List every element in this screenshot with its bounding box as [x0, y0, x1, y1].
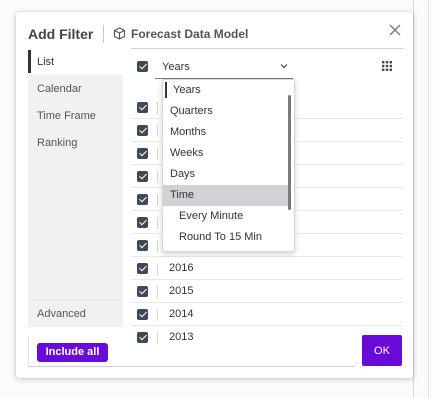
dropdown-option-round-15-min[interactable]: Round To 15 Min [163, 227, 289, 248]
list-row[interactable]: 2014 [131, 303, 403, 326]
include-all-button[interactable]: Include all [37, 343, 108, 362]
row-divider [157, 171, 158, 183]
granularity-value: Years [162, 61, 190, 73]
dropdown-option-time[interactable]: Time [163, 185, 289, 206]
dropdown-option-months[interactable]: Months [163, 122, 289, 143]
list-top-border [131, 48, 403, 49]
row-divider [157, 286, 158, 298]
row-divider [157, 240, 158, 252]
background-divider [413, 0, 414, 398]
ok-button[interactable]: OK [362, 335, 402, 366]
tab-list[interactable]: List [28, 48, 123, 75]
row-divider [157, 125, 158, 137]
row-checkbox[interactable] [137, 309, 148, 320]
dropdown-option-days[interactable]: Days [163, 164, 289, 185]
row-checkbox[interactable] [137, 240, 148, 251]
cube-icon [113, 27, 126, 40]
title-separator [103, 25, 104, 43]
tab-time-frame[interactable]: Time Frame [28, 102, 123, 129]
dropdown-option-quarters[interactable]: Quarters [163, 101, 289, 122]
list-row[interactable]: 2015 [131, 280, 403, 303]
dropdown-option-every-minute[interactable]: Every Minute [163, 206, 289, 227]
row-checkbox[interactable] [137, 217, 148, 228]
granularity-dropdown: Years Quarters Months Weeks Days Time Ev… [162, 79, 295, 252]
close-icon[interactable] [387, 22, 403, 38]
filter-tabs: List Calendar Time Frame Ranking [28, 48, 123, 326]
granularity-select[interactable]: Years [155, 57, 293, 79]
tab-ranking[interactable]: Ranking [28, 129, 123, 156]
select-all-checkbox[interactable] [137, 61, 148, 72]
chevron-down-icon [280, 64, 288, 69]
list-row[interactable]: 2016 [131, 257, 403, 280]
row-label: 2016 [169, 262, 194, 274]
background-divider-2 [428, 0, 429, 398]
row-label: 2015 [169, 285, 194, 297]
row-checkbox[interactable] [137, 263, 148, 274]
model-name: Forecast Data Model [131, 27, 249, 41]
row-divider [157, 217, 158, 229]
row-checkbox[interactable] [137, 194, 148, 205]
list-header-row: Years [131, 57, 403, 79]
row-divider [157, 148, 158, 160]
row-checkbox[interactable] [137, 171, 148, 182]
tab-calendar[interactable]: Calendar [28, 75, 123, 102]
row-divider [157, 309, 158, 321]
row-checkbox[interactable] [137, 148, 148, 159]
row-divider [157, 102, 158, 114]
row-divider [157, 194, 158, 206]
row-checkbox[interactable] [137, 125, 148, 136]
dialog-title: Add Filter [28, 26, 94, 42]
grid-icon[interactable] [381, 60, 393, 72]
row-checkbox[interactable] [137, 286, 148, 297]
dropdown-option-years[interactable]: Years [163, 80, 289, 101]
row-label: 2014 [169, 308, 194, 320]
dropdown-scrollbar[interactable] [288, 95, 291, 210]
row-divider [157, 263, 158, 275]
tab-advanced[interactable]: Advanced [28, 300, 123, 327]
row-checkbox[interactable] [137, 102, 148, 113]
dropdown-option-weeks[interactable]: Weeks [163, 143, 289, 164]
